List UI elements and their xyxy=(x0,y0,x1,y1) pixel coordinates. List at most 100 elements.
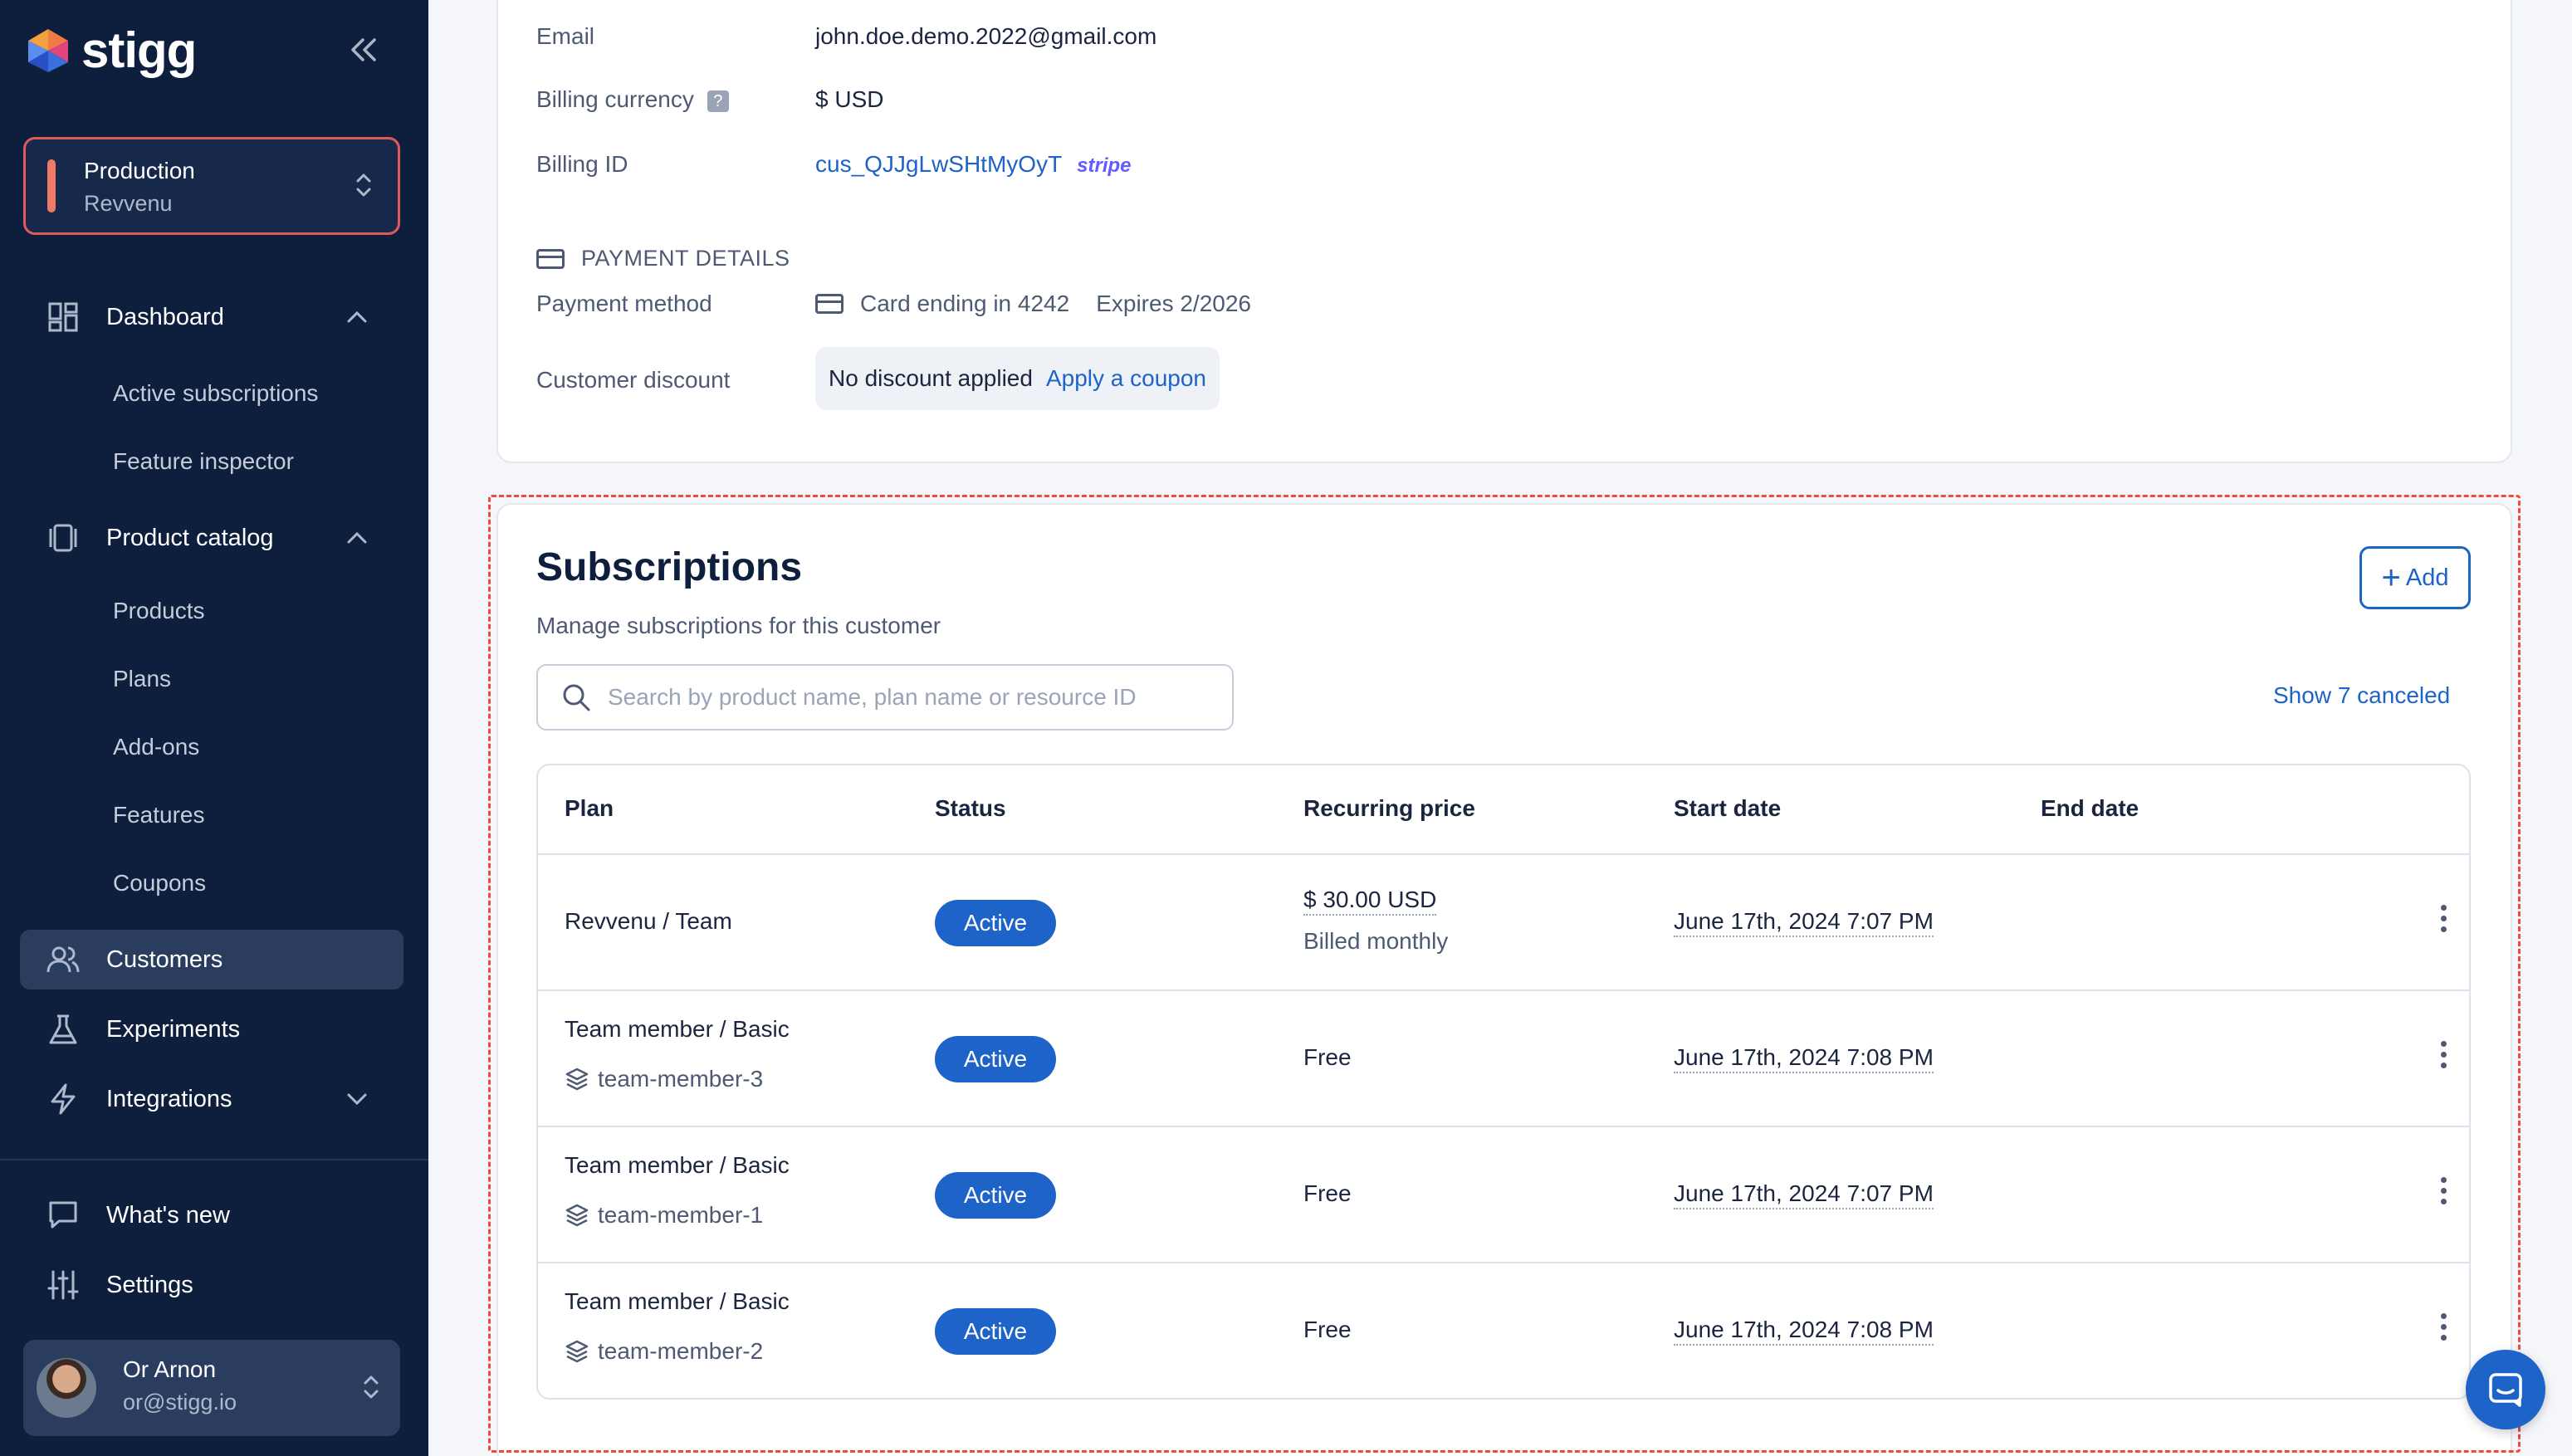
payment-method-label: Payment method xyxy=(536,291,712,316)
credit-card-icon xyxy=(815,294,843,314)
flask-icon xyxy=(45,1011,81,1048)
subscriptions-description: Manage subscriptions for this customer xyxy=(536,613,941,638)
resource-id-value: team-member-3 xyxy=(598,1066,764,1092)
resource-id: team-member-2 xyxy=(565,1338,763,1365)
payment-details-title: PAYMENT DETAILS xyxy=(581,246,790,271)
start-date-value: June 17th, 2024 7:08 PM xyxy=(1674,1044,1934,1073)
plus-icon: + xyxy=(2381,559,2401,596)
discount-status: No discount applied xyxy=(829,365,1033,391)
product-catalog-icon xyxy=(45,520,81,556)
status-badge: Active xyxy=(935,1308,1056,1355)
collapse-sidebar-icon[interactable] xyxy=(349,30,379,71)
start-date: June 17th, 2024 7:07 PM xyxy=(1674,1180,1934,1209)
table-row[interactable]: Revvenu / Team Active $ 30.00 USD Billed… xyxy=(538,853,2469,989)
help-icon[interactable]: ? xyxy=(707,90,729,112)
stigg-logo-icon xyxy=(23,26,73,76)
search-icon xyxy=(561,682,591,712)
status-badge: Active xyxy=(935,900,1056,946)
customers-icon xyxy=(45,941,81,978)
credit-card-icon xyxy=(536,248,565,269)
billing-currency-value: $ USD xyxy=(815,86,884,112)
main-content: Email john.doe.demo.2022@gmail.com Billi… xyxy=(428,0,2572,1456)
customer-discount-label: Customer discount xyxy=(536,367,731,393)
nav-feature-inspector[interactable]: Feature inspector xyxy=(113,448,294,475)
start-date: June 17th, 2024 7:08 PM xyxy=(1674,1044,1934,1073)
recurring-price: Free xyxy=(1303,1180,1352,1206)
more-options-icon[interactable] xyxy=(2441,1041,2447,1073)
apply-coupon-link[interactable]: Apply a coupon xyxy=(1046,365,1206,392)
chat-bubble-icon xyxy=(45,1197,81,1234)
resource-id: team-member-3 xyxy=(565,1066,763,1092)
nav-product-catalog-label: Product catalog xyxy=(106,524,274,551)
user-menu[interactable]: Or Arnon or@stigg.io xyxy=(23,1340,400,1436)
avatar xyxy=(37,1358,96,1418)
show-canceled-link[interactable]: Show 7 canceled xyxy=(2273,682,2450,709)
email-value: john.doe.demo.2022@gmail.com xyxy=(815,23,1157,49)
nav-features[interactable]: Features xyxy=(113,802,205,828)
table-row[interactable]: Team member / Basic team-member-1 Active… xyxy=(538,1126,2469,1262)
environment-name: Production xyxy=(84,158,195,183)
billing-id-link[interactable]: cus_QJJgLwSHtMyOyT xyxy=(815,151,1062,177)
subscription-search[interactable] xyxy=(536,664,1234,730)
customer-details-card xyxy=(496,0,2512,463)
table-row[interactable]: Team member / Basic team-member-2 Active… xyxy=(538,1262,2469,1398)
resource-id-value: team-member-2 xyxy=(598,1338,764,1364)
payment-details-header: PAYMENT DETAILS xyxy=(536,246,790,271)
subscriptions-title: Subscriptions xyxy=(536,545,803,589)
start-date: June 17th, 2024 7:07 PM xyxy=(1674,908,1934,937)
resource-id-value: team-member-1 xyxy=(598,1202,764,1228)
nav-customers[interactable]: Customers xyxy=(20,930,403,989)
plan-name: Team member / Basic xyxy=(565,1288,790,1314)
nav-experiments[interactable]: Experiments xyxy=(20,999,403,1059)
stripe-logo: stripe xyxy=(1077,154,1132,177)
payment-method-value: Card ending in 4242 Expires 2/2026 xyxy=(815,291,1251,317)
column-header-start-date: Start date xyxy=(1674,795,1782,821)
column-header-recurring-price: Recurring price xyxy=(1303,795,1475,821)
nav-experiments-label: Experiments xyxy=(106,1015,241,1043)
nav-addons[interactable]: Add-ons xyxy=(113,734,199,760)
start-date-value: June 17th, 2024 7:07 PM xyxy=(1674,1180,1934,1209)
more-options-icon[interactable] xyxy=(2441,905,2447,937)
nav-settings-label: Settings xyxy=(106,1271,193,1298)
environment-selector[interactable]: Production Revvenu xyxy=(23,137,400,235)
nav-product-catalog[interactable]: Product catalog xyxy=(20,508,403,568)
nav-customers-label: Customers xyxy=(106,945,223,973)
status-badge: Active xyxy=(935,1172,1056,1219)
price-amount: $ 30.00 USD xyxy=(1303,887,1437,916)
chevron-down-icon xyxy=(344,1086,370,1116)
nav-integrations[interactable]: Integrations xyxy=(20,1069,403,1129)
nav-active-subscriptions[interactable]: Active subscriptions xyxy=(113,380,318,407)
nav-coupons[interactable]: Coupons xyxy=(113,870,206,897)
stigg-logo[interactable]: stigg xyxy=(23,22,197,79)
nav-settings[interactable]: Settings xyxy=(20,1255,403,1315)
plan-name: Revvenu / Team xyxy=(565,908,732,934)
chevron-up-icon xyxy=(344,525,370,555)
user-name: Or Arnon xyxy=(123,1356,217,1382)
billing-id-label: Billing ID xyxy=(536,151,628,177)
more-options-icon[interactable] xyxy=(2441,1177,2447,1209)
dashboard-icon xyxy=(45,299,81,335)
nav-whats-new[interactable]: What's new xyxy=(20,1185,403,1245)
subscriptions-table: Plan Status Recurring price Start date E… xyxy=(536,764,2471,1400)
nav-dashboard[interactable]: Dashboard xyxy=(20,287,403,347)
sliders-icon xyxy=(45,1267,81,1303)
support-chat-button[interactable] xyxy=(2466,1350,2545,1429)
chevron-updown-icon xyxy=(355,171,373,199)
more-options-icon[interactable] xyxy=(2441,1313,2447,1346)
recurring-price: Free xyxy=(1303,1044,1352,1070)
sidebar: stigg Production Revvenu Dashboard Activ… xyxy=(0,0,428,1456)
layers-icon xyxy=(565,1203,589,1228)
plan-name: Team member / Basic xyxy=(565,1016,790,1042)
lightning-icon xyxy=(45,1081,81,1117)
nav-plans[interactable]: Plans xyxy=(113,666,171,692)
search-input[interactable] xyxy=(608,684,1222,711)
nav-products[interactable]: Products xyxy=(113,598,205,624)
sidebar-divider xyxy=(0,1159,428,1160)
card-ending: Card ending in 4242 xyxy=(860,291,1070,316)
table-row[interactable]: Team member / Basic team-member-3 Active… xyxy=(538,989,2469,1126)
email-label: Email xyxy=(536,23,595,49)
card-expires: Expires 2/2026 xyxy=(1096,291,1251,316)
add-subscription-button[interactable]: + Add xyxy=(2359,546,2471,609)
environment-color-indicator xyxy=(47,159,56,213)
billing-currency-label: Billing currency? xyxy=(536,86,729,113)
